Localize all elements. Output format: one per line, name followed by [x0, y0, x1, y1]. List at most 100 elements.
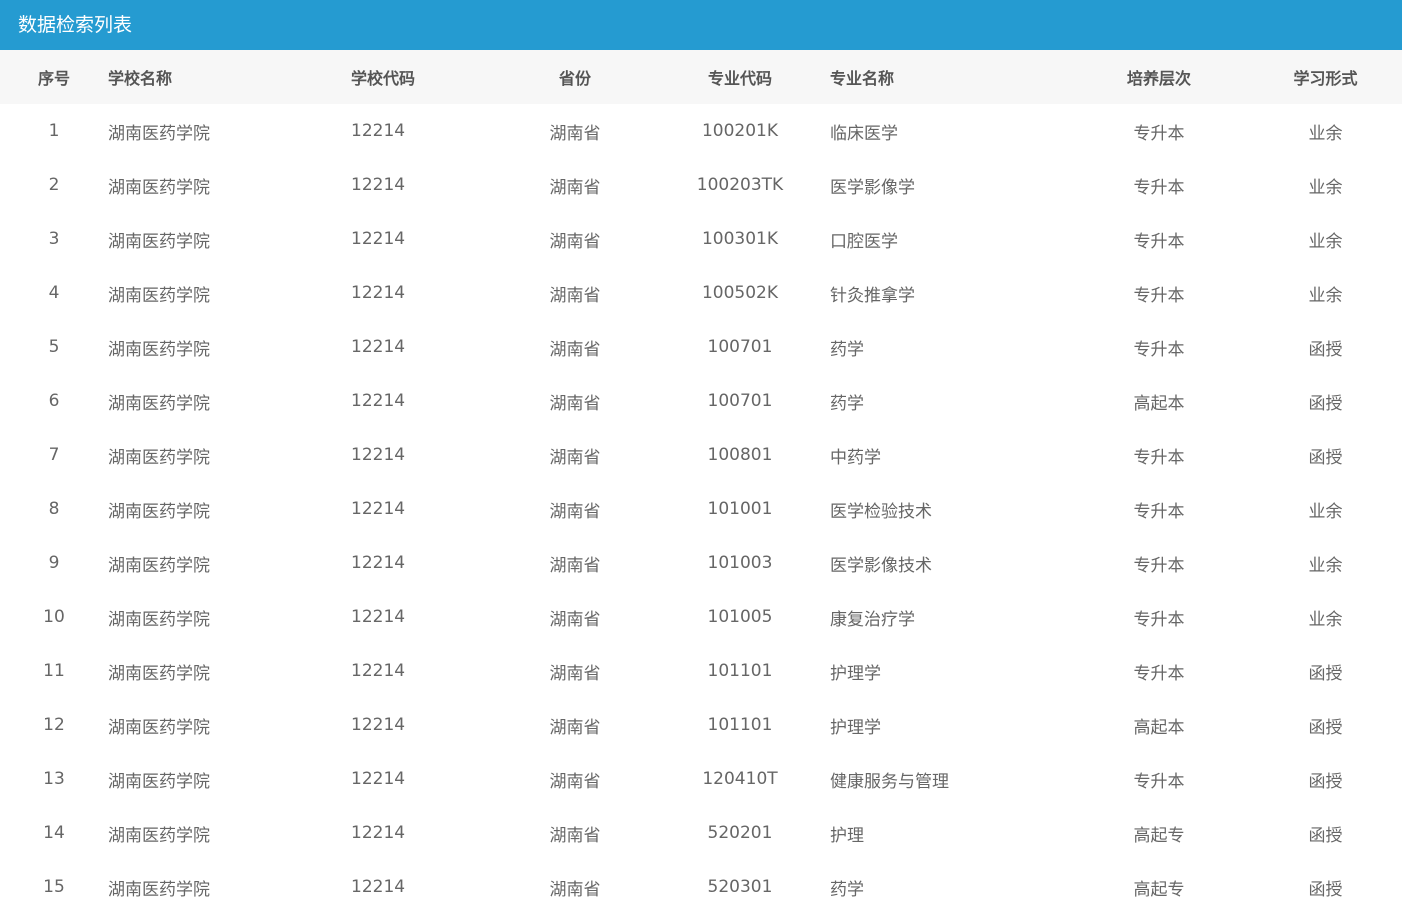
cell-study-form: 业余 [1308, 123, 1343, 144]
cell-major-code: 520301 [707, 877, 773, 897]
cell-school-code: 12214 [351, 337, 406, 357]
cell-school-code: 12214 [351, 499, 406, 519]
cell-school-name: 湖南医药学院 [108, 447, 210, 468]
cell-province: 湖南省 [549, 177, 601, 198]
column-header-major-code: 专业代码 [707, 69, 772, 88]
cell-school-name: 湖南医药学院 [108, 771, 210, 792]
cell-school-code: 12214 [351, 229, 406, 249]
cell-school-code: 12214 [351, 391, 406, 411]
cell-school-code: 12214 [351, 877, 406, 897]
cell-province: 湖南省 [549, 285, 601, 306]
cell-major-name: 护理学 [830, 663, 881, 684]
cell-index: 9 [48, 553, 60, 573]
cell-major-code: 101005 [707, 607, 773, 627]
cell-major-name: 医学影像学 [830, 177, 915, 198]
cell-major-code: 100502K [701, 283, 779, 303]
data-table: 序号 学校名称 学校代码 省份 专业代码 专业名称 培养层次 学习形式 1 湖南医… [0, 50, 1402, 914]
cell-major-name: 针灸推拿学 [830, 285, 915, 306]
cell-province: 湖南省 [549, 825, 601, 846]
column-header-province: 省份 [558, 69, 591, 88]
table-row: 11 湖南医药学院 12214 湖南省 101101 护理学 专升本 函授 [0, 644, 1402, 698]
cell-school-name: 湖南医药学院 [108, 717, 210, 738]
cell-index: 6 [48, 391, 60, 411]
page-title-bar: 数据检索列表 [0, 0, 1402, 50]
cell-level: 专升本 [1133, 771, 1185, 792]
cell-province: 湖南省 [549, 501, 601, 522]
cell-school-name: 湖南医药学院 [108, 123, 210, 144]
column-header-index: 序号 [37, 69, 70, 88]
page-title: 数据检索列表 [18, 14, 133, 36]
cell-index: 8 [48, 499, 60, 519]
cell-major-code: 120410T [702, 769, 778, 789]
cell-major-code: 100203TK [696, 175, 784, 195]
cell-province: 湖南省 [549, 231, 601, 252]
cell-index: 5 [48, 337, 60, 357]
cell-school-code: 12214 [351, 769, 406, 789]
cell-school-name: 湖南医药学院 [108, 501, 210, 522]
cell-level: 专升本 [1133, 177, 1185, 198]
cell-study-form: 业余 [1308, 231, 1343, 252]
cell-study-form: 函授 [1308, 663, 1343, 684]
table-row: 10 湖南医药学院 12214 湖南省 101005 康复治疗学 专升本 业余 [0, 590, 1402, 644]
cell-major-name: 临床医学 [830, 123, 898, 144]
cell-level: 高起本 [1133, 393, 1185, 414]
cell-study-form: 函授 [1308, 717, 1343, 738]
cell-school-code: 12214 [351, 121, 406, 141]
cell-province: 湖南省 [549, 123, 601, 144]
cell-school-code: 12214 [351, 715, 406, 735]
table-row: 3 湖南医药学院 12214 湖南省 100301K 口腔医学 专升本 业余 [0, 212, 1402, 266]
cell-province: 湖南省 [549, 771, 601, 792]
cell-level: 高起专 [1133, 825, 1185, 846]
cell-study-form: 函授 [1308, 771, 1343, 792]
cell-index: 4 [48, 283, 60, 303]
cell-index: 12 [43, 715, 65, 735]
cell-study-form: 函授 [1308, 339, 1343, 360]
cell-school-code: 12214 [351, 445, 406, 465]
cell-major-code: 100201K [701, 121, 779, 141]
cell-province: 湖南省 [549, 609, 601, 630]
cell-study-form: 函授 [1308, 447, 1343, 468]
cell-level: 专升本 [1133, 231, 1185, 252]
cell-level: 专升本 [1133, 663, 1185, 684]
cell-school-code: 12214 [351, 283, 406, 303]
cell-province: 湖南省 [549, 717, 601, 738]
cell-level: 专升本 [1133, 501, 1185, 522]
cell-school-name: 湖南医药学院 [108, 177, 210, 198]
cell-index: 10 [43, 607, 65, 627]
table-row: 2 湖南医药学院 12214 湖南省 100203TK 医学影像学 专升本 业余 [0, 158, 1402, 212]
cell-major-code: 100701 [707, 391, 773, 411]
cell-province: 湖南省 [549, 663, 601, 684]
cell-level: 专升本 [1133, 609, 1185, 630]
cell-study-form: 业余 [1308, 555, 1343, 576]
cell-major-name: 健康服务与管理 [830, 771, 949, 792]
cell-school-name: 湖南医药学院 [108, 231, 210, 252]
cell-index: 2 [48, 175, 60, 195]
cell-major-code: 100801 [707, 445, 773, 465]
cell-study-form: 函授 [1308, 879, 1343, 900]
cell-school-name: 湖南医药学院 [108, 663, 210, 684]
cell-school-name: 湖南医药学院 [108, 555, 210, 576]
cell-level: 专升本 [1133, 555, 1185, 576]
cell-school-name: 湖南医药学院 [108, 609, 210, 630]
cell-index: 14 [43, 823, 65, 843]
table-row: 7 湖南医药学院 12214 湖南省 100801 中药学 专升本 函授 [0, 428, 1402, 482]
cell-level: 专升本 [1133, 447, 1185, 468]
cell-major-code: 101003 [707, 553, 773, 573]
cell-major-name: 中药学 [830, 447, 881, 468]
cell-school-name: 湖南医药学院 [108, 825, 210, 846]
cell-major-name: 医学检验技术 [830, 501, 932, 522]
cell-major-code: 101101 [707, 661, 773, 681]
table-row: 15 湖南医药学院 12214 湖南省 520301 药学 高起专 函授 [0, 860, 1402, 914]
cell-school-code: 12214 [351, 175, 406, 195]
cell-index: 3 [48, 229, 60, 249]
cell-level: 专升本 [1133, 339, 1185, 360]
cell-level: 高起本 [1133, 717, 1185, 738]
cell-major-code: 100701 [707, 337, 773, 357]
table-row: 6 湖南医药学院 12214 湖南省 100701 药学 高起本 函授 [0, 374, 1402, 428]
cell-province: 湖南省 [549, 555, 601, 576]
table-row: 13 湖南医药学院 12214 湖南省 120410T 健康服务与管理 专升本 函授 [0, 752, 1402, 806]
table-row: 8 湖南医药学院 12214 湖南省 101001 医学检验技术 专升本 业余 [0, 482, 1402, 536]
cell-major-code: 100301K [701, 229, 779, 249]
cell-school-name: 湖南医药学院 [108, 339, 210, 360]
cell-level: 专升本 [1133, 123, 1185, 144]
